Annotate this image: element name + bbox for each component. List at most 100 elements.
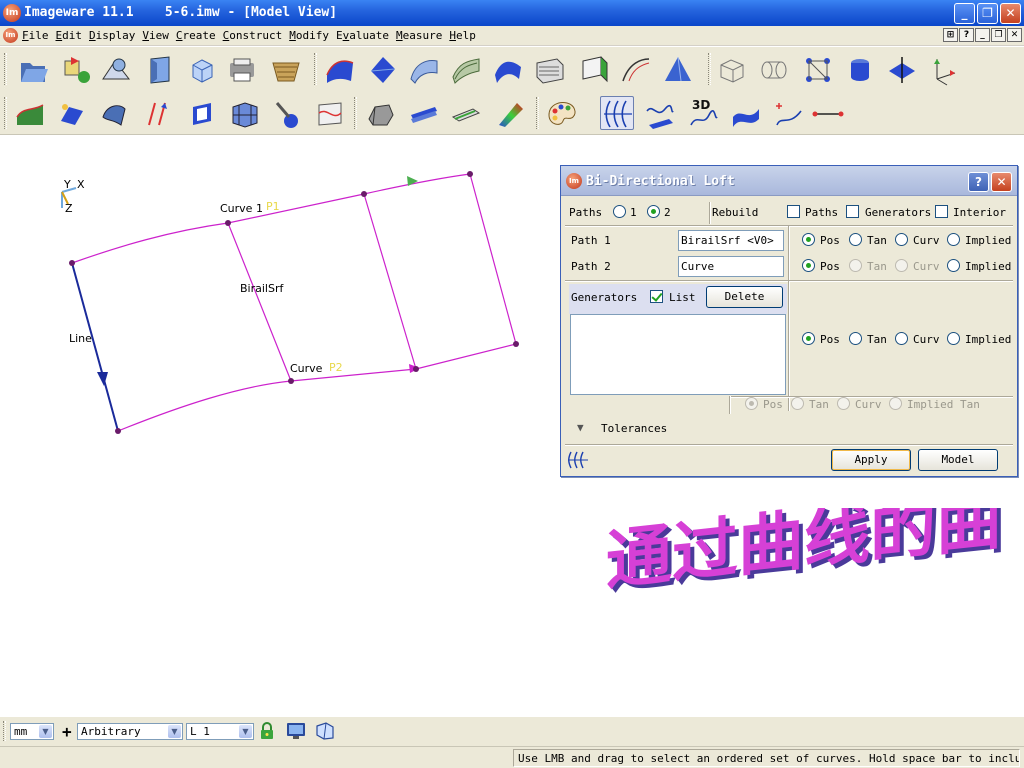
units-combo[interactable]: mm ▼ [10, 723, 54, 740]
path2-pos-radio[interactable] [802, 259, 815, 272]
dialog-help-button[interactable]: ? [968, 172, 989, 192]
section-tool-button[interactable] [142, 52, 176, 86]
toolbar-grip[interactable] [354, 97, 357, 129]
document-logo[interactable]: Im [3, 28, 18, 43]
mdi-close-button[interactable]: ✕ [1007, 28, 1022, 42]
surface-fold-tool-button[interactable] [576, 52, 610, 86]
chevron-down-icon[interactable]: ▼ [39, 725, 52, 738]
line-curve[interactable] [71, 262, 119, 432]
path2-field[interactable]: Curve [678, 256, 784, 277]
cylinder-tool-button[interactable] [842, 52, 876, 86]
generators-tan-radio[interactable] [849, 332, 862, 345]
mdi-minimize-button[interactable]: _ [975, 28, 990, 42]
delete-button[interactable]: Delete [706, 286, 783, 308]
plane-tool-button[interactable] [884, 52, 918, 86]
rebuild-interior-checkbox[interactable] [935, 205, 948, 218]
menu-display[interactable]: Display [89, 29, 135, 42]
paths-1-radio[interactable] [613, 205, 626, 218]
menu-help[interactable]: Help [449, 29, 476, 42]
shell-tool-button[interactable] [96, 96, 130, 130]
dialog-close-button[interactable]: ✕ [991, 172, 1012, 192]
orientation-combo[interactable]: Arbitrary ▼ [77, 723, 183, 740]
toolbar-grip[interactable] [536, 97, 539, 129]
menu-measure[interactable]: Measure [396, 29, 442, 42]
wire-box-tool-button[interactable] [714, 52, 748, 86]
plate-tool-button[interactable] [448, 96, 482, 130]
apply-button[interactable]: Apply [831, 449, 911, 471]
generators-curv-radio[interactable] [895, 332, 908, 345]
control-points[interactable] [69, 171, 519, 434]
generators-implied-radio[interactable] [947, 332, 960, 345]
generators-list[interactable] [570, 314, 786, 395]
trim-tool-button[interactable] [312, 96, 346, 130]
surface-wave-tool-button[interactable] [490, 52, 524, 86]
path1-curv-radio[interactable] [895, 233, 908, 246]
import-tool-button[interactable] [58, 52, 92, 86]
restore-button[interactable]: ❐ [977, 3, 998, 24]
bi-directional-loft-tool-button[interactable] [600, 96, 634, 130]
rebuild-generators-checkbox[interactable] [846, 205, 859, 218]
palette-tool-button[interactable] [544, 96, 578, 130]
scan-tool-button[interactable] [98, 52, 132, 86]
toolbar-grip[interactable] [4, 97, 7, 129]
surface-twist-tool-button[interactable] [448, 52, 482, 86]
toolbar-grip[interactable] [314, 53, 317, 85]
chevron-down-icon[interactable]: ▼ [168, 725, 181, 738]
tolerances-label[interactable]: Tolerances [601, 422, 667, 435]
axis-tool-button[interactable] [926, 52, 960, 86]
surface-from-curves-tool-button[interactable] [642, 96, 676, 130]
cube-tool-button[interactable] [184, 52, 218, 86]
chevron-down-icon[interactable]: ▼ [239, 725, 252, 738]
surface-diamond-tool-button[interactable] [364, 52, 398, 86]
color-map-tool-button[interactable] [492, 96, 526, 130]
path2-implied-radio[interactable] [947, 259, 960, 272]
dialog-titlebar[interactable]: Im Bi-Directional Loft ? ✕ [561, 166, 1017, 196]
add-icon[interactable]: + [62, 722, 72, 741]
toolbar-grip[interactable] [708, 53, 711, 85]
extrude-tool-button[interactable] [406, 96, 440, 130]
pyramid-tool-button[interactable] [660, 52, 694, 86]
path1-tan-radio[interactable] [849, 233, 862, 246]
terrain-tool-button[interactable] [12, 96, 46, 130]
menu-view[interactable]: View [142, 29, 169, 42]
node-network-tool-button[interactable] [800, 52, 834, 86]
menu-create[interactable]: Create [176, 29, 216, 42]
window-titlebar[interactable]: Im Imageware 11.1 5-6.imw - [Model View]… [0, 0, 1024, 26]
generators-list-checkbox[interactable] [650, 290, 663, 303]
curve-point-tool-button[interactable] [770, 96, 804, 130]
print-tool-button[interactable] [224, 52, 258, 86]
wire-tube-tool-button[interactable] [756, 52, 790, 86]
toolbar-toggle-button[interactable]: ⊞ [943, 28, 958, 42]
generators-pos-radio[interactable] [802, 332, 815, 345]
toolbar-grip[interactable] [4, 53, 7, 85]
path1-implied-radio[interactable] [947, 233, 960, 246]
loft-surface[interactable] [71, 173, 517, 432]
menu-modify[interactable]: Modify [289, 29, 329, 42]
surface-curl-tool-button[interactable] [406, 52, 440, 86]
mdi-restore-button[interactable]: ❐ [991, 28, 1006, 42]
menu-file[interactable]: File [22, 29, 49, 42]
path1-pos-radio[interactable] [802, 233, 815, 246]
help-button[interactable]: ? [959, 28, 974, 42]
surface-sheet-tool-button[interactable] [532, 52, 566, 86]
rebuild-paths-checkbox[interactable] [787, 205, 800, 218]
sweep-tool-button[interactable] [362, 96, 396, 130]
close-button[interactable]: ✕ [1000, 3, 1021, 24]
basket-tool-button[interactable] [268, 52, 302, 86]
open-file-tool-button[interactable] [15, 52, 49, 86]
layer-combo[interactable]: L 1 ▼ [186, 723, 254, 740]
path1-field[interactable]: BirailSrf <V0> [678, 230, 784, 251]
monitor-icon[interactable] [285, 721, 307, 741]
surface-blue-tool-button[interactable] [322, 52, 356, 86]
ring-tool-button[interactable] [184, 96, 218, 130]
box-mesh-tool-button[interactable] [226, 96, 260, 130]
joint-tool-button[interactable] [270, 96, 304, 130]
menu-edit[interactable]: Edit [56, 29, 83, 42]
tolerances-expand-icon[interactable]: ▼ [577, 421, 584, 434]
model-button[interactable]: Model [918, 449, 998, 471]
blend-surface-tool-button[interactable] [728, 96, 762, 130]
flatten-tool-button[interactable] [54, 96, 88, 130]
line-segment-tool-button[interactable] [810, 96, 844, 130]
view-plane-icon[interactable] [314, 721, 336, 741]
menu-construct[interactable]: Construct [223, 29, 283, 42]
